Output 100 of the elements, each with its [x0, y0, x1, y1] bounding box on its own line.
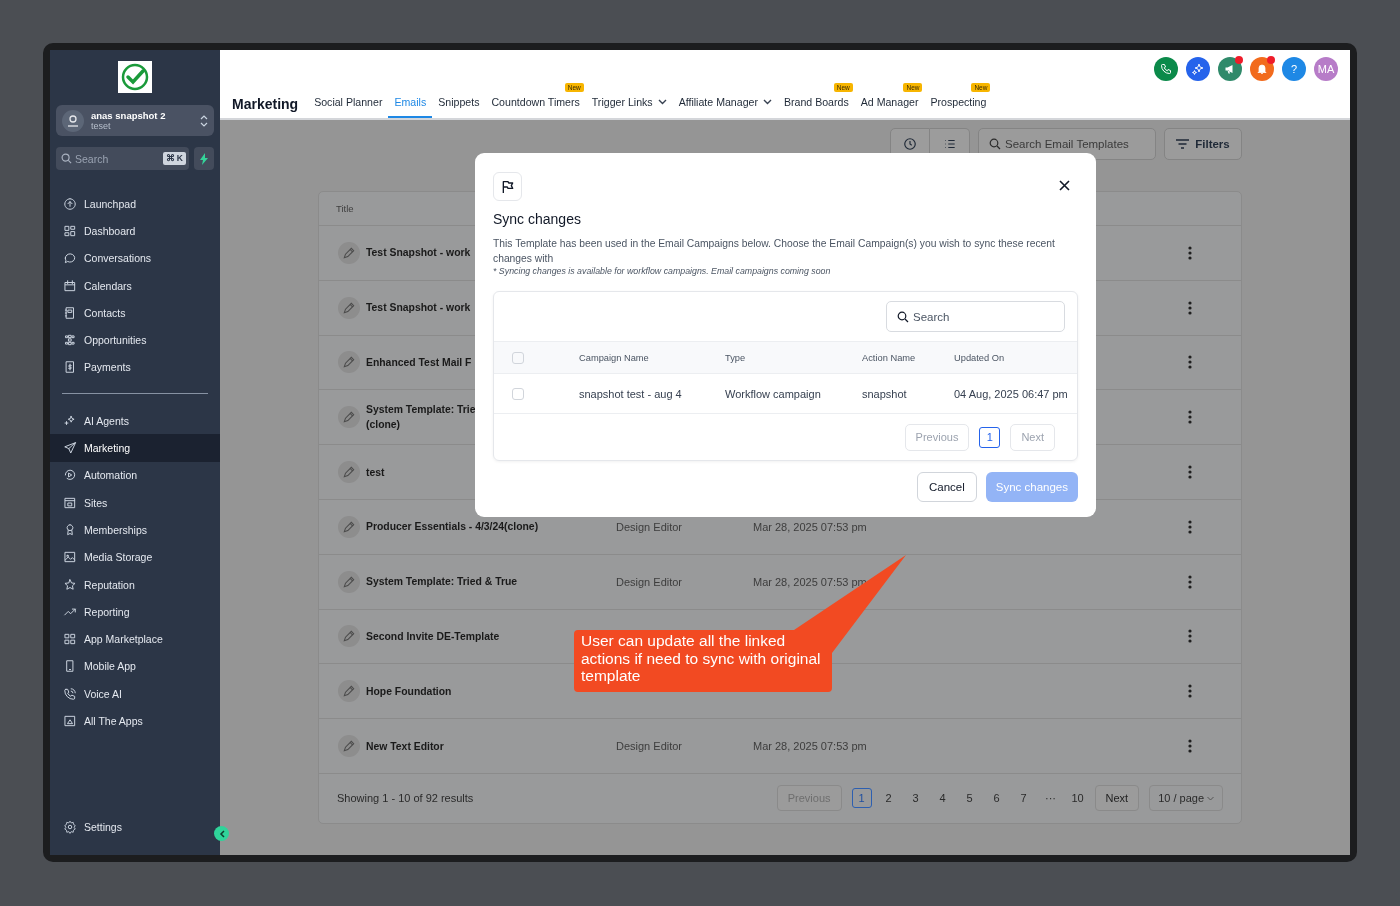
page-size-select[interactable]: 10 / page	[1149, 785, 1223, 812]
nav-tab[interactable]: Brand Boards	[777, 93, 855, 118]
bell-icon	[1256, 63, 1268, 75]
nav-icon	[63, 714, 77, 728]
more-options-icon[interactable]	[1188, 519, 1192, 534]
page-number[interactable]: 3	[905, 788, 926, 809]
template-title[interactable]: System Template: Tried & True	[366, 574, 518, 590]
page-number[interactable]: 1	[979, 426, 1001, 448]
more-options-icon[interactable]	[1188, 355, 1192, 370]
more-options-icon[interactable]	[1188, 629, 1192, 644]
page-number[interactable]: 5	[959, 788, 980, 809]
nav-item[interactable]: AI Agents	[50, 407, 220, 435]
nav-item[interactable]: Marketing	[50, 434, 220, 462]
sparkle-button[interactable]	[1186, 57, 1210, 81]
nav-item[interactable]: Opportunities	[50, 326, 220, 354]
bell-button[interactable]	[1250, 57, 1274, 81]
clock-icon	[903, 137, 917, 151]
nav-item[interactable]: App Marketplace	[50, 625, 220, 653]
nav-icon	[63, 495, 77, 510]
nav-icon	[63, 686, 77, 701]
template-title[interactable]: Test Snapshot - work	[366, 300, 471, 316]
account-switcher[interactable]: anas snapshot 2 teset	[56, 105, 214, 136]
nav-tab[interactable]: Prospecting	[924, 93, 993, 118]
pencil-icon	[338, 570, 360, 593]
nav-item[interactable]: Voice AI	[50, 680, 220, 708]
row-checkbox[interactable]	[512, 387, 524, 400]
user-location-icon	[62, 109, 84, 132]
nav-tab[interactable]: Ad Manager	[854, 93, 925, 118]
page-number[interactable]: ···	[1040, 788, 1061, 809]
search-icon	[61, 153, 72, 164]
pencil-icon	[338, 625, 360, 648]
shortcut-badge: ⌘ K	[162, 152, 186, 165]
page-number[interactable]: 4	[932, 788, 953, 809]
nav-icon	[63, 305, 77, 320]
more-options-icon[interactable]	[1188, 739, 1192, 754]
page-number[interactable]: 7	[1013, 788, 1034, 809]
column-header: Campaign Name	[579, 352, 650, 363]
nav-icon	[63, 550, 77, 565]
nav-item[interactable]: All The Apps	[50, 707, 220, 735]
more-options-icon[interactable]	[1188, 684, 1192, 699]
page-number[interactable]: 6	[986, 788, 1007, 809]
column-header: Title	[336, 203, 354, 214]
nav-item[interactable]: Conversations	[50, 244, 220, 272]
nav-item[interactable]: Memberships	[50, 516, 220, 544]
next-button[interactable]: Next	[1094, 785, 1140, 812]
nav-icon	[63, 333, 77, 348]
nav-icon	[63, 632, 77, 647]
nav-icon	[63, 251, 77, 266]
nav-item[interactable]: Reputation	[50, 570, 220, 599]
nav-tab[interactable]: Affiliate Manager	[672, 93, 778, 118]
more-options-icon[interactable]	[1188, 300, 1192, 315]
template-title[interactable]: Second Invite DE-Template	[366, 628, 500, 644]
template-title[interactable]: Enhanced Test Mail F	[366, 355, 472, 370]
more-options-icon[interactable]	[1188, 245, 1192, 260]
more-options-icon[interactable]	[1188, 410, 1192, 425]
nav-tab[interactable]: Trigger Links	[585, 93, 673, 118]
dialog-note: * Syncing changes is available for workflow campaigns. Email campaigns coming soon	[493, 266, 832, 276]
pencil-icon	[338, 296, 360, 319]
template-title[interactable]: Test Snapshot - work	[366, 245, 471, 261]
nav-item[interactable]: Reporting	[50, 598, 220, 626]
template-title[interactable]: Hope Foundation	[366, 683, 452, 699]
nav-tab[interactable]: Emails	[388, 93, 433, 118]
pencil-icon	[338, 406, 360, 429]
nav-item[interactable]: Launchpad	[50, 190, 220, 218]
nav-item[interactable]: Automation	[50, 461, 220, 489]
select-all-checkbox[interactable]	[512, 351, 524, 364]
pencil-icon	[338, 351, 360, 374]
page-number[interactable]: 10	[1067, 788, 1088, 809]
page-number[interactable]: 2	[878, 788, 899, 809]
more-options-icon[interactable]	[1188, 574, 1192, 589]
settings-link[interactable]: Settings	[56, 813, 130, 841]
more-options-icon[interactable]	[1188, 465, 1192, 480]
nav-item[interactable]: Mobile App	[50, 652, 220, 681]
quick-action-button[interactable]	[194, 147, 214, 170]
template-title[interactable]: New Text Editor	[366, 738, 444, 754]
nav-icon	[63, 577, 77, 592]
column-header: Type	[725, 352, 747, 363]
phone-button[interactable]	[1154, 57, 1178, 81]
template-title[interactable]: System Template: Trie (clone)	[366, 402, 476, 433]
help-button[interactable]: ?	[1282, 57, 1306, 81]
nav-tab[interactable]: Social Planner	[308, 93, 389, 118]
template-title[interactable]: test	[366, 464, 385, 480]
nav-item[interactable]: Calendars	[50, 271, 220, 300]
nav-item[interactable]: Media Storage	[50, 543, 220, 571]
list-icon	[942, 137, 957, 151]
template-title[interactable]: Producer Essentials - 4/3/24(clone)	[366, 519, 539, 535]
nav-item[interactable]: Sites	[50, 488, 220, 517]
cancel-button[interactable]: Cancel	[916, 472, 977, 502]
close-icon[interactable]	[1059, 180, 1070, 191]
nav-tab[interactable]: Snippets	[432, 93, 486, 118]
megaphone-button[interactable]	[1218, 57, 1242, 81]
nav-item[interactable]: Payments	[50, 353, 220, 382]
settings-icon	[63, 820, 77, 835]
search-icon	[989, 138, 1001, 150]
sparkle-icon	[1192, 63, 1204, 75]
filters-button[interactable]: Filters	[1164, 128, 1242, 160]
nav-item[interactable]: Dashboard	[50, 217, 220, 245]
nav-tab[interactable]: Countdown Timers	[485, 93, 586, 118]
pencil-icon	[338, 241, 360, 264]
nav-item[interactable]: Contacts	[50, 299, 220, 327]
